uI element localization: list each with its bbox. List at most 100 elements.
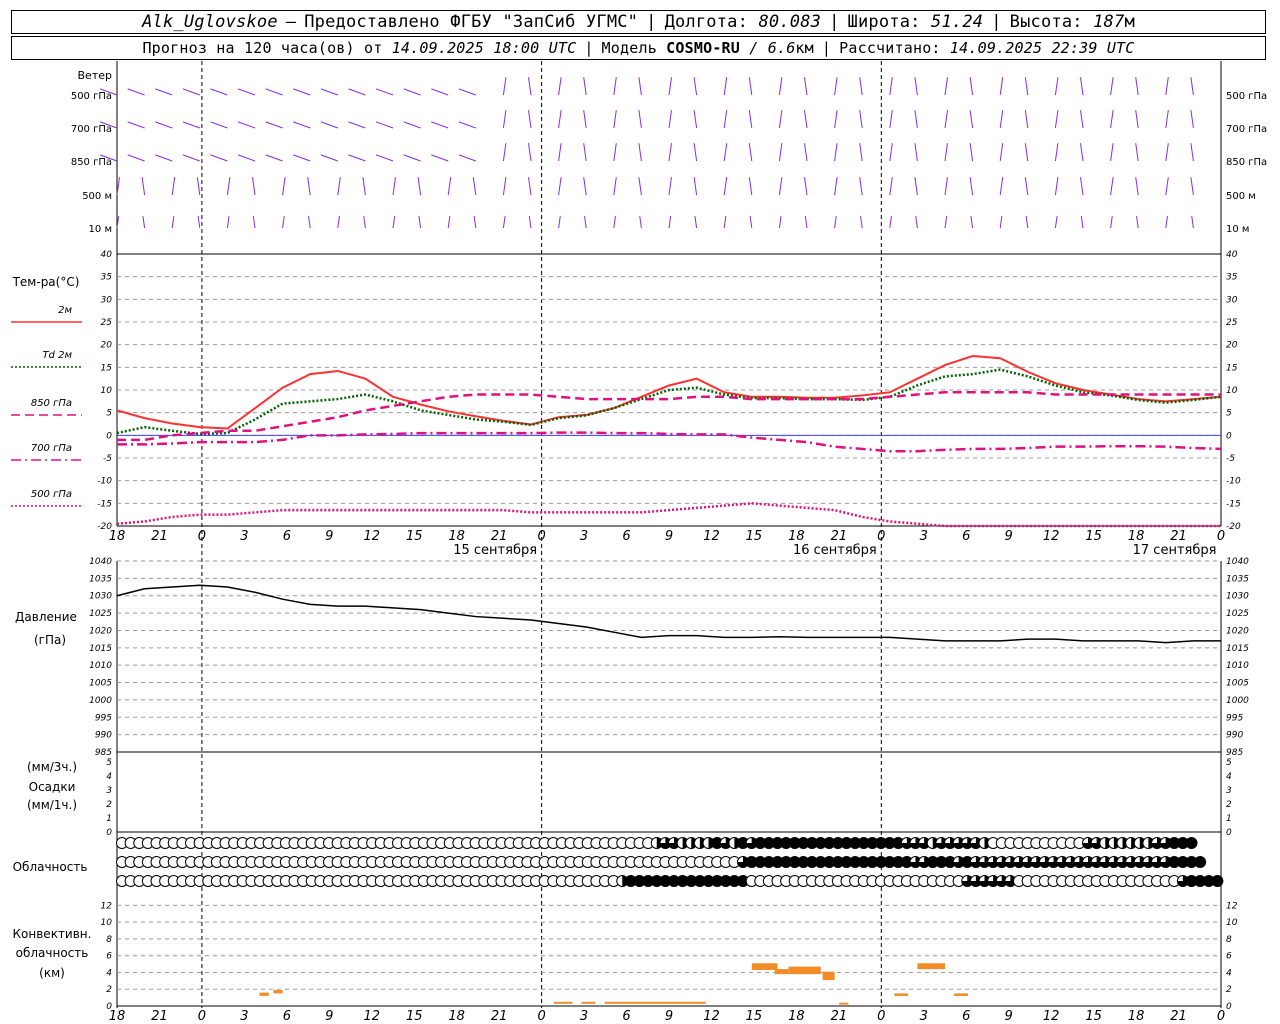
wind-barb [638,110,642,129]
pressure-tick-left: 990 [95,731,112,741]
wind-barb [693,77,698,96]
wind-barb [999,77,1004,96]
hour-tick-label: 3 [920,529,928,544]
temp-legend-label: 2м [58,305,72,316]
pressure-tick-left: 1005 [89,679,112,689]
pressure-series-line [116,584,1221,644]
wind-barb [558,110,562,129]
hour-tick-label: 15 [406,529,423,544]
wind-barb [155,121,173,129]
wind-barb [1110,143,1114,162]
wind-barb [237,154,256,162]
pressure-tick-right: 1025 [1226,609,1249,619]
pressure-tick-right: 985 [1226,748,1243,758]
hour-tick-label: 21 [831,529,848,544]
temp-legend-label: Td 2м [42,350,72,361]
wind-barb [502,77,507,96]
wind-barb [210,121,228,129]
hour-tick-label: 9 [665,1009,673,1024]
wind-barb [889,177,893,196]
wind-barb [418,216,422,229]
wind-barb [613,77,617,96]
hour-tick-label: 21 [491,1009,508,1024]
wind-barb [431,88,449,96]
hour-tick-label: 12 [363,1009,380,1024]
wind-barb [1054,143,1059,162]
wind-barb [527,77,532,96]
pressure-tick-left: 995 [95,713,112,723]
wind-barb [447,177,452,196]
wind-barb [999,110,1004,129]
wind-level-label: 500 м [82,191,112,202]
convective-bar [604,1001,706,1004]
wind-barb [969,77,974,96]
wind-level-label-right: 700 гПа [1226,124,1267,135]
wind-barb [265,154,283,162]
convective-bar [581,1001,596,1004]
wind-barb [999,143,1004,162]
precip-title: Осадки [29,780,76,794]
convective-bar [788,966,821,975]
wind-barb [804,216,808,229]
hour-tick-label: 21 [831,1009,848,1024]
date-label: 15 сентября [453,543,537,558]
wind-level-label-right: 500 м [1226,191,1256,202]
temp-tick-left: -20 [97,522,112,532]
convective-tick-left: 2 [106,985,112,995]
wind-barb [502,110,507,129]
wind-barb [127,88,145,96]
wind-level-label: 850 гПа [71,157,112,168]
convective-tick-left: 0 [106,1002,112,1012]
hour-tick-label: 6 [622,1009,630,1024]
wind-barb [282,216,285,229]
hour-tick-label: 9 [1005,1009,1013,1024]
wind-barb [1165,216,1168,229]
temp-tick-right: 30 [1226,295,1238,305]
wind-barb [265,121,283,129]
pressure-tick-left: 1025 [89,609,112,619]
wind-barb [155,154,173,162]
cloud-symbol [1194,856,1207,868]
wind-barb [1135,110,1139,129]
wind-barb [1190,177,1194,196]
hour-tick-label: 3 [240,1009,248,1024]
wind-barb [914,177,918,196]
wind-barb [1079,143,1084,162]
pressure-unit: (гПа) [34,633,66,647]
wind-barb [320,121,338,129]
wind-barb [558,216,561,229]
wind-barb [639,216,642,229]
wind-barb [1190,77,1194,96]
temp-tick-left: 35 [101,273,113,283]
wind-barb [889,110,893,129]
wind-barb [1054,77,1059,96]
wind-barb [308,216,311,229]
hour-tick-label: 0 [537,1009,545,1024]
hour-tick-label: 6 [283,1009,291,1024]
wind-barb [1079,110,1084,129]
hour-tick-label: 0 [198,529,206,544]
hour-tick-label: 3 [920,1009,928,1024]
wind-barb [293,121,311,129]
wind-barb [889,77,893,96]
hour-tick-label: 0 [877,529,885,544]
wind-barb [613,177,617,196]
precip-tick-left: 0 [106,828,112,838]
convective-tick-right: 12 [1226,901,1238,911]
wind-barb [1165,77,1169,96]
wind-title: Ветер [78,69,112,82]
convective-bar [751,963,778,970]
convective-tick-left: 4 [106,968,112,978]
wind-barb [999,177,1004,196]
temp-tick-right: 20 [1226,341,1238,351]
wind-barb [613,110,617,129]
temp-tick-right: -15 [1226,499,1241,509]
precip-tick-right: 5 [1226,758,1232,768]
convective-tick-right: 8 [1226,935,1232,945]
wind-barb [320,154,338,162]
wind-barb [583,143,587,162]
wind-barb [944,110,949,129]
pressure-tick-left: 985 [95,748,112,758]
wind-barb [914,143,918,162]
temp-tick-left: -15 [97,499,112,509]
